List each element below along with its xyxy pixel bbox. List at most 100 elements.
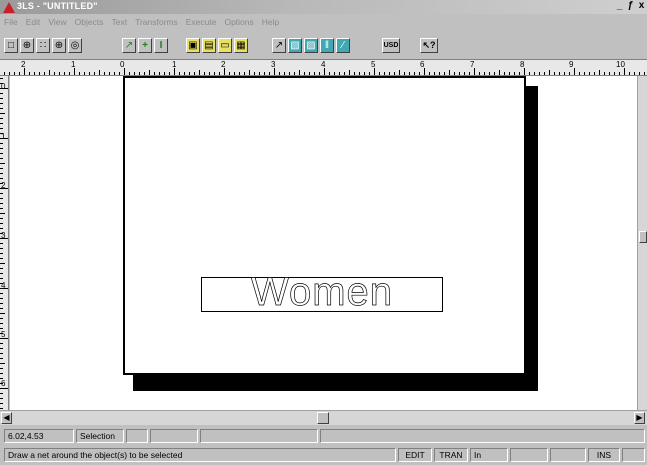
ruler-tick bbox=[0, 108, 3, 109]
ruler-tick bbox=[394, 72, 395, 75]
ruler-tick bbox=[0, 253, 3, 254]
grid-icon[interactable]: ∷ bbox=[36, 38, 50, 53]
ruler-tick bbox=[459, 72, 460, 75]
ruler-tick bbox=[379, 72, 380, 75]
ruler-tick bbox=[294, 72, 295, 75]
ruler-tick bbox=[0, 343, 3, 344]
menu-help[interactable]: Help bbox=[262, 15, 279, 29]
ruler-tick bbox=[169, 72, 170, 75]
ruler-tick bbox=[174, 68, 175, 75]
text-cursor-icon[interactable]: I bbox=[154, 38, 168, 53]
ruler-tick bbox=[0, 213, 5, 214]
toolbar: □ ⊕ ∷ ⊕ ◎ ↗ + I ▣ ▤ ▭ ▦ ↗ ▧ ▨ ‖ ∕ USD ↖? bbox=[0, 30, 647, 58]
ruler-tick bbox=[0, 78, 3, 79]
ruler-tick bbox=[0, 368, 3, 369]
ruler-tick bbox=[344, 72, 345, 75]
ruler-tick bbox=[214, 72, 215, 75]
teal-tool-1-icon[interactable]: ▧ bbox=[288, 38, 302, 53]
menu-file[interactable]: File bbox=[4, 15, 18, 29]
ruler-tick bbox=[114, 72, 115, 75]
scroll-right-arrow-icon[interactable]: ▶ bbox=[634, 412, 645, 424]
square-icon[interactable]: □ bbox=[4, 38, 18, 53]
ruler-tick bbox=[514, 72, 515, 75]
menu-view[interactable]: View bbox=[48, 15, 66, 29]
menu-transforms[interactable]: Transforms bbox=[135, 15, 178, 29]
teal-tool-4-icon[interactable]: ∕ bbox=[336, 38, 350, 53]
teal-tool-2-icon[interactable]: ▨ bbox=[304, 38, 318, 53]
menu-objects[interactable]: Objects bbox=[75, 15, 104, 29]
ruler-tick bbox=[454, 72, 455, 75]
usd-icon[interactable]: USD bbox=[382, 38, 400, 53]
circle-icon[interactable]: ◎ bbox=[68, 38, 82, 53]
ruler-tick bbox=[229, 72, 230, 75]
ruler-tick bbox=[209, 72, 210, 75]
ruler-tick bbox=[94, 72, 95, 75]
pen-icon[interactable]: ↗ bbox=[122, 38, 136, 53]
yellow-tool-2-icon[interactable]: ▤ bbox=[202, 38, 216, 53]
ruler-tick bbox=[164, 72, 165, 75]
vertical-scroll-thumb[interactable] bbox=[639, 231, 647, 243]
ruler-tick bbox=[0, 138, 8, 139]
ruler-tick bbox=[179, 72, 180, 75]
ruler-tick bbox=[469, 72, 470, 75]
minimize-button[interactable]: _ bbox=[614, 0, 625, 13]
menu-text[interactable]: Text bbox=[111, 15, 127, 29]
vertical-scrollbar[interactable] bbox=[637, 76, 647, 410]
status-field-empty bbox=[150, 429, 198, 443]
close-button[interactable]: x bbox=[636, 0, 647, 13]
ruler-tick bbox=[84, 72, 85, 75]
ruler-tick bbox=[584, 72, 585, 75]
ruler-tick bbox=[559, 72, 560, 75]
ruler-tick bbox=[89, 72, 90, 75]
ruler-tick bbox=[0, 278, 3, 279]
ruler-tick bbox=[444, 72, 445, 75]
ruler-tick bbox=[99, 70, 100, 75]
ruler-tick bbox=[414, 72, 415, 75]
help-pointer-icon[interactable]: ↖? bbox=[420, 38, 438, 53]
ruler-tick bbox=[0, 93, 3, 94]
ruler-tick bbox=[544, 72, 545, 75]
ruler-tick bbox=[0, 273, 3, 274]
plus-icon[interactable]: + bbox=[138, 38, 152, 53]
teal-tool-3-icon[interactable]: ‖ bbox=[320, 38, 334, 53]
status-field-empty bbox=[200, 429, 318, 443]
ruler-tick bbox=[564, 72, 565, 75]
horizontal-scroll-thumb[interactable] bbox=[317, 412, 329, 424]
horizontal-scrollbar[interactable]: ◀ ▶ bbox=[0, 410, 647, 425]
ruler-tick bbox=[0, 223, 3, 224]
text-object[interactable]: Women bbox=[201, 270, 443, 314]
crosshair-icon[interactable]: ⊕ bbox=[52, 38, 66, 53]
ruler-tick bbox=[634, 72, 635, 75]
ruler-tick bbox=[104, 72, 105, 75]
ruler-tick bbox=[624, 68, 625, 75]
ruler-tick bbox=[0, 373, 3, 374]
menu-execute[interactable]: Execute bbox=[186, 15, 217, 29]
status-field-empty bbox=[510, 448, 548, 462]
ruler-tick bbox=[439, 72, 440, 75]
ruler-tick bbox=[149, 70, 150, 75]
status-field-empty bbox=[550, 448, 586, 462]
ruler-tick bbox=[0, 388, 8, 389]
scroll-left-arrow-icon[interactable]: ◀ bbox=[1, 412, 12, 424]
ruler-tick bbox=[324, 68, 325, 75]
ruler-tick bbox=[0, 323, 3, 324]
ruler-tick bbox=[14, 72, 15, 75]
ruler-tick bbox=[59, 72, 60, 75]
document-page[interactable]: Women bbox=[123, 76, 526, 375]
drawing-canvas[interactable]: Women bbox=[10, 76, 637, 410]
ruler-tick bbox=[359, 72, 360, 75]
yellow-tool-4-icon[interactable]: ▦ bbox=[234, 38, 248, 53]
mode-indicator: Selection bbox=[76, 429, 124, 443]
zoom-icon[interactable]: ⊕ bbox=[20, 38, 34, 53]
menu-edit[interactable]: Edit bbox=[26, 15, 41, 29]
yellow-tool-1-icon[interactable]: ▣ bbox=[186, 38, 200, 53]
ruler-tick bbox=[119, 72, 120, 75]
maximize-button[interactable]: ƒ bbox=[625, 0, 636, 13]
menu-options[interactable]: Options bbox=[224, 15, 253, 29]
ruler-tick bbox=[554, 72, 555, 75]
arrow-tool-icon[interactable]: ↗ bbox=[272, 38, 286, 53]
ruler-tick bbox=[4, 72, 5, 75]
yellow-tool-3-icon[interactable]: ▭ bbox=[218, 38, 232, 53]
ruler-tick bbox=[494, 72, 495, 75]
ruler-tick bbox=[599, 70, 600, 75]
